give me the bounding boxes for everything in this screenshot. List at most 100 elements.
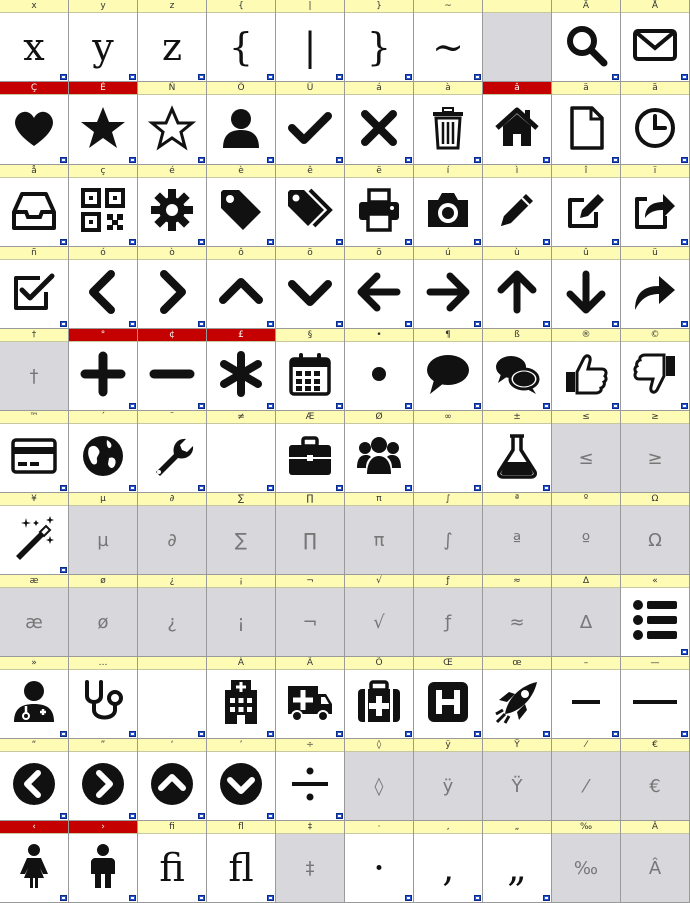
- glyph-cell[interactable]: ¥: [0, 493, 69, 575]
- glyph-cell[interactable]: “: [0, 739, 69, 821]
- glyph-cell[interactable]: [483, 0, 552, 82]
- glyph-cell[interactable]: ‘: [138, 739, 207, 821]
- glyph-cell[interactable]: »: [0, 657, 69, 739]
- glyph-cell[interactable]: ’: [207, 739, 276, 821]
- glyph-cell[interactable]: ‹: [0, 821, 69, 903]
- glyph-cell[interactable]: ô: [207, 247, 276, 329]
- glyph-cell[interactable]: Ñ: [138, 82, 207, 165]
- glyph-cell[interactable]: ∫ ∫: [414, 493, 483, 575]
- glyph-cell[interactable]: ÿÿ: [414, 739, 483, 821]
- glyph-cell[interactable]: À: [207, 657, 276, 739]
- glyph-cell[interactable]: øø: [69, 575, 138, 657]
- glyph-cell[interactable]: ê: [276, 165, 345, 247]
- glyph-cell[interactable]: µµ: [69, 493, 138, 575]
- glyph-cell[interactable]: yy: [69, 0, 138, 82]
- glyph-cell[interactable]: à: [414, 82, 483, 165]
- glyph-cell[interactable]: ÂÂ: [621, 821, 690, 903]
- glyph-cell[interactable]: ΩΩ: [621, 493, 690, 575]
- glyph-cell[interactable]: ß: [483, 329, 552, 411]
- glyph-cell[interactable]: ï: [621, 165, 690, 247]
- glyph-cell[interactable]: ´: [69, 411, 138, 493]
- glyph-cell[interactable]: é: [138, 165, 207, 247]
- glyph-cell[interactable]: ”: [69, 739, 138, 821]
- glyph-cell[interactable]: ⁄ ⁄: [552, 739, 621, 821]
- glyph-cell[interactable]: ä: [552, 82, 621, 165]
- glyph-cell[interactable]: •: [345, 329, 414, 411]
- glyph-cell[interactable]: ◊ ◊: [345, 739, 414, 821]
- glyph-cell[interactable]: ç: [69, 165, 138, 247]
- glyph-cell[interactable]: ö: [276, 247, 345, 329]
- glyph-cell[interactable]: Ã: [276, 657, 345, 739]
- glyph-cell[interactable]: £: [207, 329, 276, 411]
- glyph-cell[interactable]: —: [621, 657, 690, 739]
- glyph-cell[interactable]: ú: [414, 247, 483, 329]
- glyph-cell[interactable]: Ø: [345, 411, 414, 493]
- glyph-cell[interactable]: ë: [345, 165, 414, 247]
- glyph-cell[interactable]: € €: [621, 739, 690, 821]
- glyph-cell[interactable]: ∑ ∑: [207, 493, 276, 575]
- glyph-cell[interactable]: á: [345, 82, 414, 165]
- glyph-cell[interactable]: å: [0, 165, 69, 247]
- glyph-cell[interactable]: â: [483, 82, 552, 165]
- glyph-cell[interactable]: † †: [0, 329, 69, 411]
- glyph-cell[interactable]: ƒƒ: [414, 575, 483, 657]
- glyph-cell[interactable]: ò: [138, 247, 207, 329]
- glyph-cell[interactable]: ππ: [345, 493, 414, 575]
- glyph-cell[interactable]: ºº: [552, 493, 621, 575]
- glyph-cell[interactable]: · ·: [345, 821, 414, 903]
- glyph-cell[interactable]: ‰ ‰: [552, 821, 621, 903]
- glyph-cell[interactable]: zz: [138, 0, 207, 82]
- glyph-cell[interactable]: xx: [0, 0, 69, 82]
- glyph-cell[interactable]: ﬁﬁ: [138, 821, 207, 903]
- glyph-cell[interactable]: ¬ ¬: [276, 575, 345, 657]
- glyph-cell[interactable]: Ö: [207, 82, 276, 165]
- glyph-cell[interactable]: ∞: [414, 411, 483, 493]
- glyph-cell[interactable]: Ü: [276, 82, 345, 165]
- glyph-cell[interactable]: §: [276, 329, 345, 411]
- glyph-cell[interactable]: }}: [345, 0, 414, 82]
- glyph-cell[interactable]: „ „: [483, 821, 552, 903]
- glyph-cell[interactable]: ¿ ¿: [138, 575, 207, 657]
- glyph-cell[interactable]: °: [69, 329, 138, 411]
- glyph-cell[interactable]: ¢: [138, 329, 207, 411]
- glyph-cell[interactable]: õ: [345, 247, 414, 329]
- glyph-cell[interactable]: ©: [621, 329, 690, 411]
- glyph-cell[interactable]: Õ: [345, 657, 414, 739]
- glyph-cell[interactable]: î: [552, 165, 621, 247]
- glyph-cell[interactable]: ≥ ≥: [621, 411, 690, 493]
- glyph-cell[interactable]: ææ: [0, 575, 69, 657]
- glyph-cell[interactable]: –: [552, 657, 621, 739]
- glyph-cell[interactable]: [138, 657, 207, 739]
- glyph-cell[interactable]: ñ: [0, 247, 69, 329]
- glyph-cell[interactable]: {{: [207, 0, 276, 82]
- glyph-cell[interactable]: …: [69, 657, 138, 739]
- glyph-cell[interactable]: √ √: [345, 575, 414, 657]
- glyph-cell[interactable]: ∆ ∆: [552, 575, 621, 657]
- glyph-cell[interactable]: ¡ ¡: [207, 575, 276, 657]
- glyph-cell[interactable]: ù: [483, 247, 552, 329]
- glyph-cell[interactable]: ∂ ∂: [138, 493, 207, 575]
- glyph-cell[interactable]: ŸŸ: [483, 739, 552, 821]
- glyph-cell[interactable]: «: [621, 575, 690, 657]
- glyph-cell[interactable]: ¶: [414, 329, 483, 411]
- glyph-cell[interactable]: ∏ ∏: [276, 493, 345, 575]
- glyph-cell[interactable]: ‡ ‡: [276, 821, 345, 903]
- glyph-cell[interactable]: ≈ ≈: [483, 575, 552, 657]
- glyph-cell[interactable]: ﬂﬂ: [207, 821, 276, 903]
- glyph-cell[interactable]: Å: [621, 0, 690, 82]
- glyph-cell[interactable]: ¨: [138, 411, 207, 493]
- glyph-cell[interactable]: Ä: [552, 0, 621, 82]
- glyph-cell[interactable]: ì: [483, 165, 552, 247]
- glyph-cell[interactable]: ™: [0, 411, 69, 493]
- glyph-cell[interactable]: í: [414, 165, 483, 247]
- glyph-cell[interactable]: ®: [552, 329, 621, 411]
- glyph-cell[interactable]: ±: [483, 411, 552, 493]
- glyph-cell[interactable]: û: [552, 247, 621, 329]
- glyph-cell[interactable]: É: [69, 82, 138, 165]
- glyph-cell[interactable]: Æ: [276, 411, 345, 493]
- glyph-cell[interactable]: ›: [69, 821, 138, 903]
- glyph-cell[interactable]: ~ ~: [414, 0, 483, 82]
- glyph-cell[interactable]: ÷: [276, 739, 345, 821]
- glyph-cell[interactable]: ≤ ≤: [552, 411, 621, 493]
- glyph-cell[interactable]: ã: [621, 82, 690, 165]
